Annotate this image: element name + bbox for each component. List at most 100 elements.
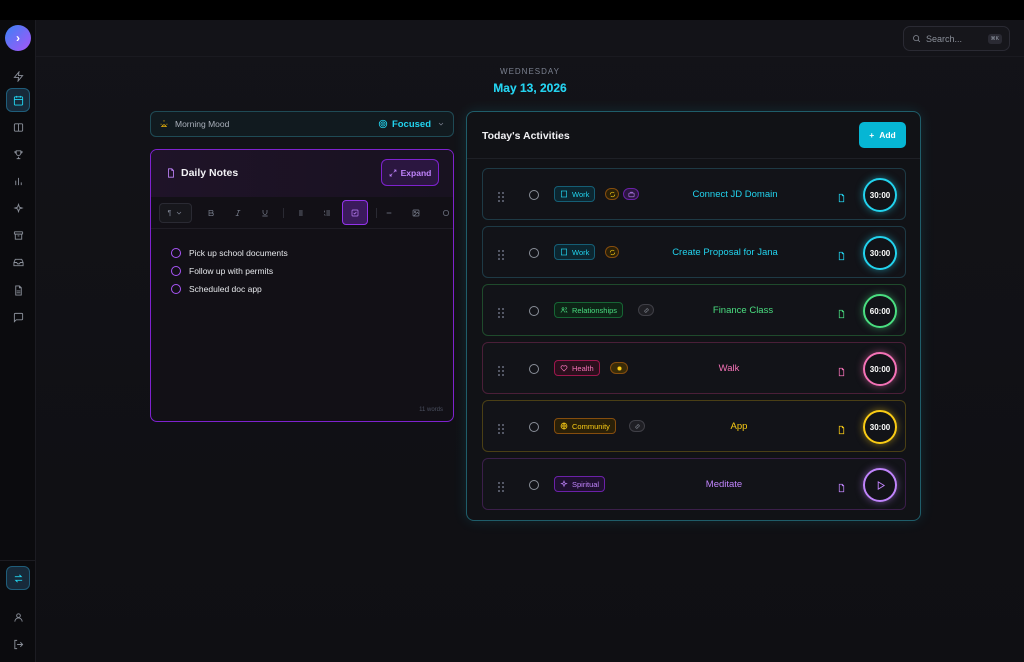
category-label: Work: [572, 189, 590, 199]
category-label: Community: [572, 421, 610, 431]
switch-icon[interactable]: [6, 566, 30, 590]
todo-item[interactable]: Pick up school documents: [171, 248, 288, 258]
mood-value-text: Focused: [391, 118, 431, 130]
add-label: Add: [879, 130, 896, 140]
activity-row[interactable]: Health Walk 30:00: [482, 342, 906, 394]
todo-checkbox[interactable]: [171, 284, 181, 294]
user-icon[interactable]: [6, 605, 30, 629]
todo-checkbox[interactable]: [171, 248, 181, 258]
bullet-list-button[interactable]: [292, 203, 308, 223]
search-placeholder: Search...: [926, 33, 963, 44]
italic-icon: [235, 210, 241, 216]
link-icon: [643, 307, 649, 313]
activity-row[interactable]: Spiritual Meditate: [482, 458, 906, 510]
lightning-icon[interactable]: [6, 64, 30, 88]
activity-checkbox[interactable]: [529, 422, 539, 432]
activity-row[interactable]: Work Connect JD Domain 30:00: [482, 168, 906, 220]
checklist-button[interactable]: [342, 200, 368, 225]
drag-handle-icon[interactable]: [498, 189, 504, 202]
checkbox-icon: [351, 209, 359, 216]
add-activity-button[interactable]: + Add: [859, 122, 906, 148]
activity-checkbox[interactable]: [529, 480, 539, 490]
activity-title: Connect JD Domain: [692, 189, 778, 200]
numbered-list-button[interactable]: [319, 203, 335, 223]
image-button[interactable]: [408, 203, 424, 223]
activity-checkbox[interactable]: [529, 364, 539, 374]
link-icon: [634, 423, 640, 429]
activity-checkbox[interactable]: [529, 190, 539, 200]
note-icon[interactable]: [837, 422, 846, 435]
drag-handle-icon[interactable]: [498, 421, 504, 434]
activity-row[interactable]: Community App 30:00: [482, 400, 906, 452]
message-icon[interactable]: [6, 305, 30, 329]
todo-text: Follow up with permits: [189, 266, 274, 276]
daily-notes-panel: Daily Notes Expand ¶ Pick up school docu…: [150, 149, 454, 422]
trophy-icon[interactable]: [6, 142, 30, 166]
underline-icon: [262, 210, 268, 217]
globe-icon: [560, 422, 568, 430]
mood-value: Focused: [378, 119, 431, 130]
calendar-icon[interactable]: [6, 88, 30, 112]
bold-button[interactable]: [203, 203, 219, 223]
document-icon[interactable]: [6, 278, 30, 302]
italic-button[interactable]: [230, 203, 246, 223]
note-icon[interactable]: [837, 364, 846, 377]
archive-icon[interactable]: [6, 223, 30, 247]
search-input[interactable]: Search... ⌘K: [903, 26, 1010, 51]
link-button[interactable]: [441, 203, 451, 223]
activity-checkbox[interactable]: [529, 306, 539, 316]
timer-button[interactable]: 60:00: [863, 294, 897, 328]
users-icon: [560, 307, 568, 313]
horizontal-rule-button[interactable]: [381, 203, 397, 223]
todo-item[interactable]: Follow up with permits: [171, 266, 273, 276]
activity-title: Finance Class: [712, 305, 774, 316]
todo-checkbox[interactable]: [171, 266, 181, 276]
bullet-list-icon: [297, 210, 303, 216]
note-icon[interactable]: [837, 190, 846, 203]
todo-item[interactable]: Scheduled doc app: [171, 284, 262, 294]
repeat-icon: [609, 191, 615, 197]
drag-handle-icon[interactable]: [498, 247, 504, 260]
target-icon: [378, 119, 388, 129]
note-icon[interactable]: [837, 306, 846, 319]
note-icon[interactable]: [837, 248, 846, 261]
chevron-down-icon: [177, 211, 182, 215]
sidebar-toggle-button[interactable]: ›: [5, 25, 31, 51]
bar-chart-icon[interactable]: [6, 169, 30, 193]
logout-icon[interactable]: [6, 632, 30, 656]
category-label: Spiritual: [572, 479, 600, 489]
activity-row[interactable]: Work Create Proposal for Jana 30:00: [482, 226, 906, 278]
repeat-badge: [605, 188, 619, 200]
timer-button[interactable]: 30:00: [863, 236, 897, 270]
paragraph-select[interactable]: ¶: [159, 203, 192, 223]
sparkles-icon[interactable]: [6, 196, 30, 220]
bold-icon: [208, 210, 214, 216]
toolbar-divider: [376, 208, 377, 218]
activity-row[interactable]: Relationships Finance Class 60:00: [482, 284, 906, 336]
book-icon[interactable]: [6, 115, 30, 139]
category-tag: Health: [554, 360, 600, 376]
chevron-down-icon: [438, 122, 444, 126]
play-button[interactable]: [863, 468, 897, 502]
dot-icon: [616, 365, 622, 371]
play-icon: [877, 480, 885, 490]
toolbar-divider: [283, 208, 284, 218]
inbox-icon[interactable]: [6, 250, 30, 274]
drag-handle-icon[interactable]: [498, 363, 504, 376]
mood-selector[interactable]: Morning Mood Focused: [150, 111, 454, 137]
expand-button[interactable]: Expand: [381, 159, 439, 186]
timer-button[interactable]: 30:00: [863, 352, 897, 386]
activity-checkbox[interactable]: [529, 248, 539, 258]
note-icon[interactable]: [837, 480, 846, 493]
word-count: 11 words: [419, 407, 443, 413]
timer-button[interactable]: 30:00: [863, 178, 897, 212]
plus-icon: +: [869, 130, 875, 140]
category-label: Relationships: [572, 305, 618, 315]
underline-button[interactable]: [257, 203, 273, 223]
search-icon: [913, 35, 921, 43]
drag-handle-icon[interactable]: [498, 305, 504, 318]
heart-icon: [560, 365, 568, 372]
timer-button[interactable]: 30:00: [863, 410, 897, 444]
numbered-list-icon: [324, 210, 330, 216]
drag-handle-icon[interactable]: [498, 479, 504, 492]
